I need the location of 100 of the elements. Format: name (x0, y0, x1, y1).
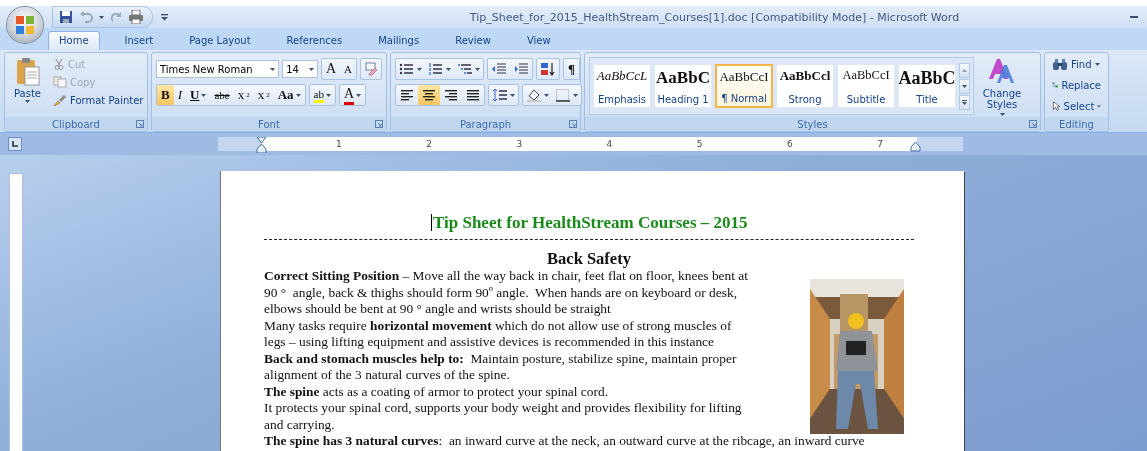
decrease-indent-icon (491, 62, 507, 76)
ribbon-tab[interactable]: Mailings (367, 31, 431, 50)
plain-button[interactable]: x$^{2}$ (253, 85, 274, 105)
case-button[interactable]: Aa (273, 85, 305, 105)
caret-icon[interactable] (544, 93, 549, 97)
ribbon-tab[interactable]: Insert (113, 31, 165, 50)
find-button[interactable]: Find (1049, 56, 1104, 73)
group-label: Editing (1059, 118, 1094, 130)
caret-icon[interactable] (356, 93, 362, 97)
caret-icon[interactable] (417, 67, 422, 71)
select-button[interactable]: Select (1049, 97, 1104, 115)
border-icon (555, 88, 571, 102)
binoculars-icon (1052, 58, 1068, 71)
caret-icon[interactable] (325, 93, 331, 97)
font-size-field[interactable]: 14 (282, 60, 318, 78)
ribbon-tab[interactable]: Review (444, 31, 502, 50)
ribbon-tab[interactable]: Home (48, 31, 100, 50)
save-icon[interactable] (59, 10, 73, 24)
customize-menu-icon[interactable] (161, 13, 168, 21)
font-name-field[interactable]: Times New Roman (156, 60, 280, 78)
font-color-button[interactable]: A (339, 85, 366, 105)
text-line: elbows should be bent at 90 ° angle and wrists should be straight (264, 301, 612, 318)
caret-icon[interactable] (573, 93, 578, 97)
copy-icon (53, 76, 67, 88)
align-center-icon (422, 89, 436, 101)
paste-button[interactable]: Paste (9, 56, 46, 117)
italic-button[interactable]: I (173, 85, 186, 105)
highlight-button[interactable]: ab (309, 85, 335, 105)
right-indent-marker[interactable] (910, 141, 921, 152)
group-label: Clipboard (52, 118, 100, 130)
caret-icon[interactable] (295, 93, 301, 97)
up-arrow-icon (962, 68, 967, 72)
style-option[interactable]: AaBbCcl Strong (776, 64, 834, 108)
ribbon-tab[interactable]: View (515, 31, 562, 50)
ruler-number: 6 (787, 138, 793, 151)
ruler-number: 3 (516, 138, 523, 151)
caret-icon[interactable] (270, 67, 276, 71)
document-title: Tip Sheet for HealthStream Courses – 2015 (433, 213, 748, 232)
caret-icon[interactable] (1097, 104, 1101, 108)
group-label: Paragraph (459, 118, 512, 130)
shrink-font-button[interactable]: A (340, 59, 356, 79)
minimize-icon[interactable] (1130, 15, 1138, 19)
text-line: and carrying. (264, 416, 336, 433)
caret-icon[interactable] (475, 67, 480, 71)
styles-icon (987, 56, 1017, 85)
replace-button[interactable]: Replace (1049, 76, 1104, 94)
show-marks-button[interactable]: ¶ (564, 59, 580, 79)
increase-indent-icon (513, 62, 529, 76)
text-line: Correct Sitting Position – Move all the way back in chair, feet flat on floor, knees bent at (264, 268, 749, 285)
dialog-launcher-icon[interactable] (569, 120, 577, 128)
style-option[interactable]: AaBbC Heading 1 (654, 64, 712, 108)
ruler-number: 7 (877, 138, 883, 151)
more-styles-button[interactable] (959, 94, 970, 110)
text-line: It protects your spinal cord, supports your body weight and provides flexibility for lifting (264, 400, 743, 417)
ruler-margin (917, 137, 963, 151)
align-justify-icon (466, 89, 480, 101)
style-option[interactable]: AaBbCcI ¶ Normal (715, 64, 773, 108)
eraser-icon (364, 62, 378, 76)
strike-button[interactable]: abe (210, 85, 234, 105)
style-option[interactable]: AaBbCcL Emphasis (593, 64, 651, 108)
dialog-launcher-icon[interactable] (1029, 120, 1037, 128)
printer-icon[interactable] (128, 10, 144, 24)
dialog-launcher-icon[interactable] (136, 120, 144, 128)
more-icon (962, 99, 967, 105)
scroll-down-button[interactable] (959, 78, 970, 94)
text-line: The spine acts as a coating of armor to protect your spinal cord. (264, 383, 609, 400)
align-button[interactable] (418, 85, 440, 105)
cursor-icon (1052, 99, 1061, 113)
text-line: The spine has 3 natural curves: an inward curve at the neck, an outward curve at the ribcage, an inward curve (264, 433, 866, 450)
text-line: legs – using lifting equipment and assistive devices is recommended in this instance (264, 334, 715, 351)
caret-icon[interactable] (99, 15, 104, 19)
align-right-icon (444, 89, 458, 101)
format-painter-button[interactable]: Format Painter (50, 92, 147, 109)
underline-button[interactable]: U (186, 85, 211, 105)
text-line: alignment of the 3 natural curves of the spine. (264, 367, 511, 384)
group-label: Font (258, 118, 280, 130)
style-option[interactable]: AaBbC Title (898, 64, 956, 108)
paint-bucket-icon (526, 88, 542, 102)
caret-icon[interactable] (201, 93, 207, 97)
office-button[interactable] (7, 7, 43, 43)
ribbon-tab[interactable]: References (275, 31, 354, 50)
ruler-number: 1 (336, 138, 342, 151)
ruler-number: 4 (606, 138, 613, 151)
caret-icon[interactable] (25, 100, 30, 103)
style-option[interactable]: AaBbCcI Subtitle (837, 64, 895, 108)
caret-icon[interactable] (308, 67, 314, 71)
bold-button[interactable]: B (157, 85, 174, 105)
text-line: 90 ° angle, back & thighs should form 90º angle. When hands are on keyboard or desk, (264, 284, 738, 301)
caret-icon[interactable] (510, 93, 515, 97)
scissors-icon (53, 58, 65, 70)
tab-selector[interactable] (8, 137, 22, 151)
caret-icon[interactable] (1094, 63, 1100, 66)
dialog-launcher-icon[interactable] (375, 120, 383, 128)
ribbon-tab[interactable]: Page Layout (178, 31, 262, 50)
change-styles-button[interactable]: Change Styles (980, 55, 1024, 117)
down-arrow-icon (962, 84, 967, 88)
caret-icon[interactable] (446, 67, 451, 71)
text-line: Back and stomach muscles help to: Maintain posture, stabilize spine, maintain proper (264, 350, 738, 367)
grow-font-button[interactable]: A (321, 59, 341, 79)
indent-marker[interactable] (256, 137, 267, 153)
